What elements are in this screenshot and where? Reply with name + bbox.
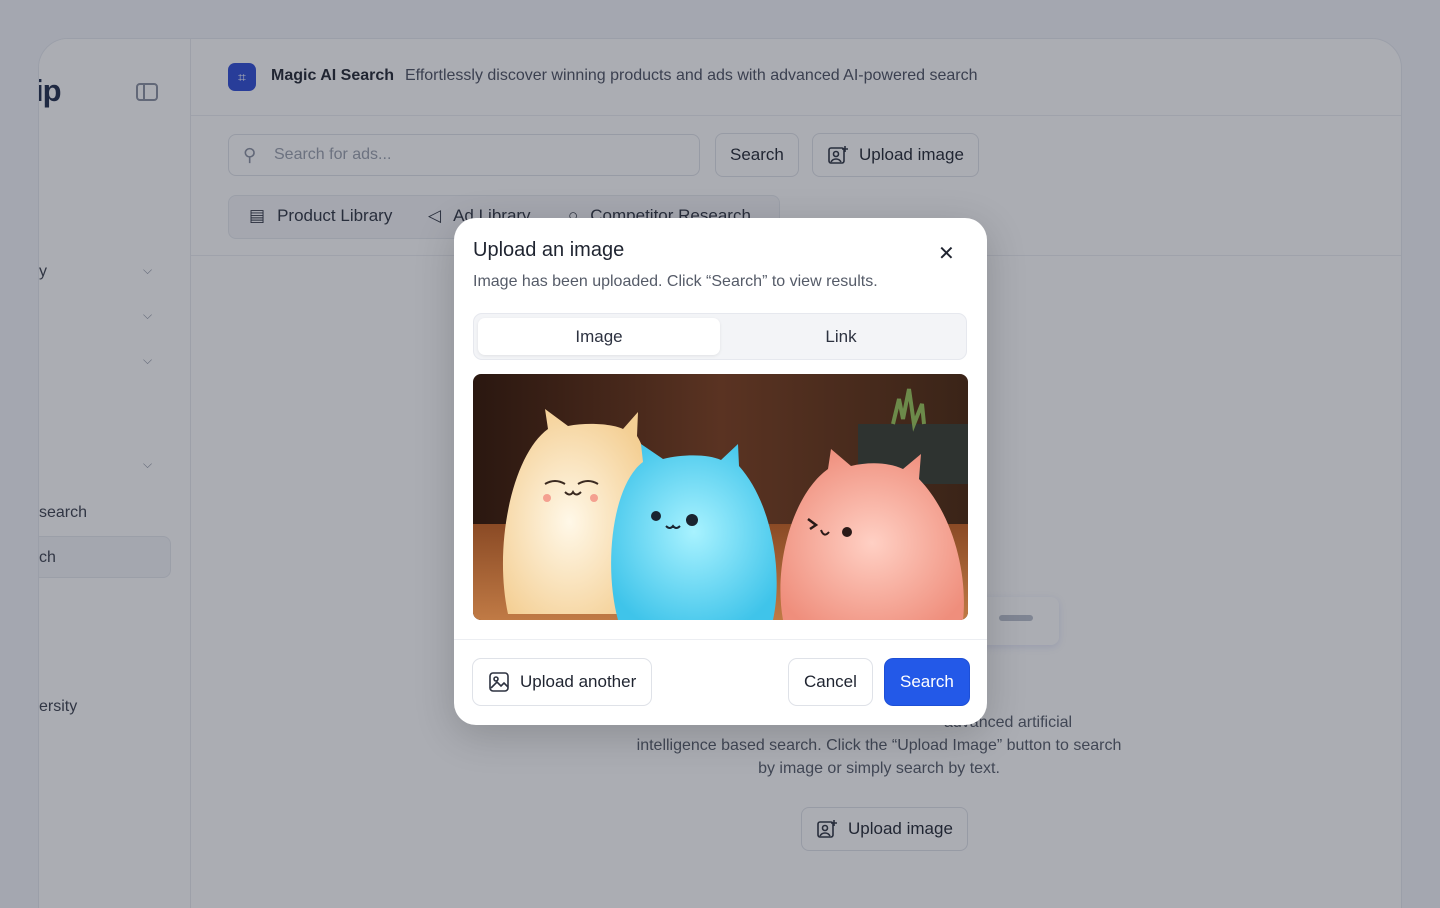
- upload-another-label: Upload another: [520, 672, 637, 691]
- upload-image-dialog: Upload an image ✕ Image has been uploade…: [454, 218, 987, 725]
- upload-mode-toggle: Image Link: [473, 313, 967, 360]
- dialog-title: Upload an image: [473, 239, 625, 261]
- image-icon: [489, 672, 509, 692]
- dialog-search-button[interactable]: Search: [884, 658, 970, 706]
- upload-another-button[interactable]: Upload another: [472, 658, 653, 706]
- cancel-label: Cancel: [804, 672, 857, 691]
- cancel-button[interactable]: Cancel: [788, 658, 873, 706]
- dialog-divider: [454, 639, 987, 640]
- tab-link[interactable]: Link: [720, 318, 962, 355]
- close-icon[interactable]: ✕: [938, 244, 955, 264]
- cat-lamps-photo: [473, 374, 968, 620]
- search-label: Search: [900, 672, 954, 691]
- tab-image[interactable]: Image: [478, 318, 720, 355]
- uploaded-image-preview: [473, 374, 968, 620]
- dialog-subtitle: Image has been uploaded. Click “Search” …: [473, 273, 878, 290]
